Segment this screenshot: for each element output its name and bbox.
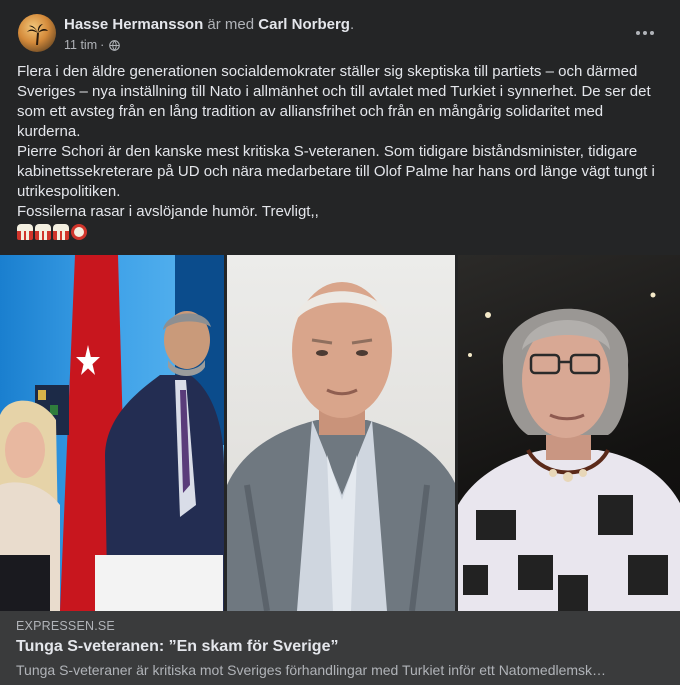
photo-woman-illustration [457, 292, 680, 611]
link-domain: EXPRESSEN.SE [16, 619, 115, 633]
tagged-person[interactable]: Carl Norberg [258, 16, 350, 33]
alarm-clock-icon [71, 224, 87, 240]
with-text: är med [207, 16, 255, 33]
photo-panel-woman [457, 255, 680, 611]
emoji-row [17, 224, 87, 240]
meta-separator: · [100, 38, 105, 52]
popcorn-icon [35, 224, 51, 240]
photo-flags-illustration [0, 255, 224, 611]
author-name[interactable]: Hasse Hermansson [64, 16, 203, 33]
photo-panel-man [227, 255, 455, 611]
popcorn-icon [53, 224, 69, 240]
photo-man-illustration [227, 282, 455, 611]
post-header: Hasse Hermansson är med Carl Norberg. 11… [18, 14, 668, 58]
post-meta: 11 tim · [64, 38, 121, 52]
post-paragraph: Fossilerna rasar i avslöjande humör. Tre… [17, 203, 319, 220]
author-line: Hasse Hermansson är med Carl Norberg. [64, 16, 354, 33]
link-title[interactable]: Tunga S-veteranen: ”En skam för Sverige” [16, 638, 338, 656]
tagged-suffix: . [349, 16, 355, 33]
link-description: Tunga S-veteraner är kritiska mot Sverig… [16, 662, 607, 678]
link-preview-footer[interactable]: EXPRESSEN.SE Tunga S-veteranen: ”En skam… [0, 611, 680, 685]
photo-panel-flags [0, 255, 224, 611]
post-paragraph: Pierre Schori är den kanske mest kritisk… [17, 143, 655, 200]
popcorn-icon [17, 224, 33, 240]
globe-icon[interactable] [109, 39, 121, 51]
link-preview-image[interactable] [0, 255, 680, 611]
more-options-icon[interactable] [632, 20, 658, 46]
post-text: Flera i den äldre generationen socialdem… [17, 62, 667, 222]
post-timestamp[interactable]: 11 tim [64, 38, 97, 52]
palm-tree-icon [27, 24, 48, 45]
facebook-post: Hasse Hermansson är med Carl Norberg. 11… [0, 0, 680, 685]
post-paragraph: Flera i den äldre generationen socialdem… [17, 63, 651, 140]
author-avatar[interactable] [18, 14, 56, 52]
